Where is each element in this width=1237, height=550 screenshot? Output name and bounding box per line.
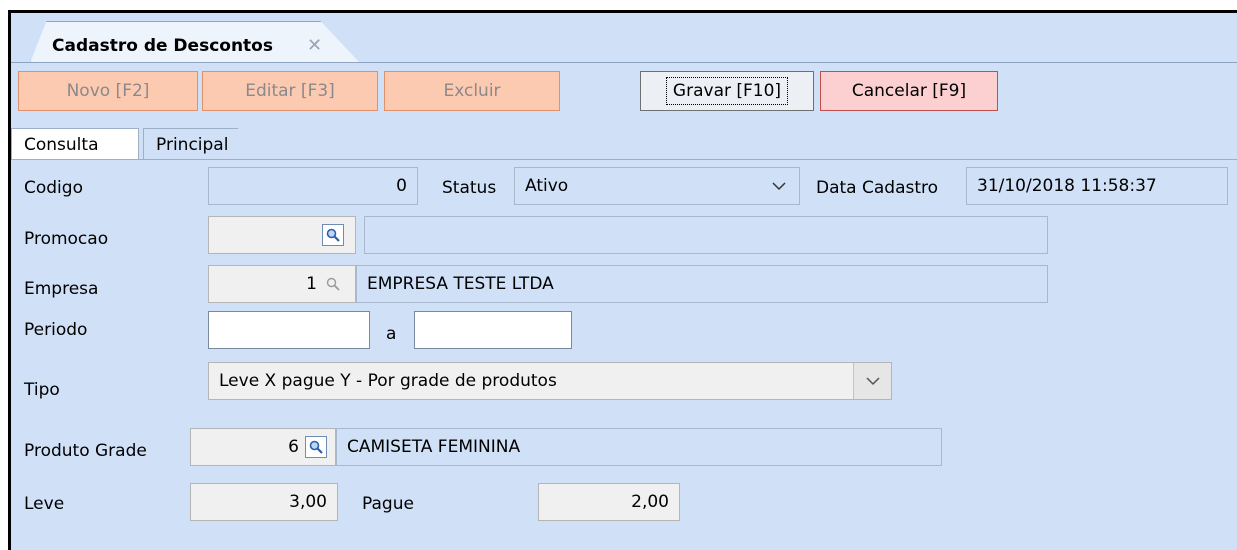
leve-label: Leve [24, 494, 65, 514]
tab-consulta[interactable]: Consulta [11, 128, 139, 160]
tab-page-divider [11, 159, 1237, 160]
promocao-description-field [364, 216, 1048, 254]
data-cadastro-label: Data Cadastro [816, 178, 939, 198]
codigo-label: Codigo [24, 178, 83, 198]
new-button-label: Novo [F2] [66, 81, 150, 101]
periodo-end-input[interactable] [414, 311, 572, 349]
edit-button-label: Editar [F3] [245, 81, 335, 101]
save-button[interactable]: Gravar [F10] [640, 71, 814, 111]
empresa-description-field: EMPRESA TESTE LTDA [356, 265, 1048, 303]
cancel-button-label: Cancelar [F9] [851, 81, 967, 101]
tipo-select[interactable]: Leve X pague Y - Por grade de produtos [208, 362, 892, 400]
save-button-label: Gravar [F10] [665, 77, 789, 105]
tab-strip-divider [11, 62, 1237, 63]
leve-input[interactable]: 3,00 [190, 483, 338, 521]
periodo-label: Periodo [24, 320, 88, 340]
new-button[interactable]: Novo [F2] [18, 71, 198, 111]
document-tab-title: Cadastro de Descontos [52, 36, 273, 56]
delete-button[interactable]: Excluir [384, 71, 560, 111]
magnifier-icon[interactable] [322, 224, 344, 246]
chevron-down-icon[interactable] [853, 363, 891, 399]
magnifier-icon[interactable] [305, 436, 327, 458]
produto-grade-description-field: CAMISETA FEMININA [336, 428, 942, 466]
chevron-down-icon[interactable] [772, 177, 786, 195]
status-label: Status [442, 178, 497, 198]
codigo-value: 0 [396, 176, 407, 196]
tipo-label: Tipo [24, 380, 60, 400]
empresa-label: Empresa [24, 279, 99, 299]
empresa-description: EMPRESA TESTE LTDA [367, 274, 554, 294]
codigo-field[interactable]: 0 [208, 167, 418, 205]
data-cadastro-field[interactable]: 31/10/2018 11:58:37 [966, 167, 1228, 205]
periodo-separator: a [386, 324, 397, 344]
close-icon[interactable]: ✕ [307, 35, 322, 56]
status-value: Ativo [525, 176, 569, 196]
promocao-label: Promocao [24, 229, 109, 249]
delete-button-label: Excluir [443, 81, 501, 101]
pague-input[interactable]: 2,00 [538, 483, 680, 521]
tab-consulta-label: Consulta [24, 134, 99, 155]
magnifier-icon [322, 273, 344, 295]
leve-value: 3,00 [289, 492, 327, 512]
tipo-value: Leve X pague Y - Por grade de produtos [219, 371, 557, 391]
produto-grade-code-value: 6 [288, 437, 299, 457]
pague-label: Pague [362, 494, 414, 514]
produto-grade-label: Produto Grade [24, 441, 147, 461]
periodo-start-input[interactable] [208, 311, 370, 349]
status-select[interactable]: Ativo [514, 167, 800, 205]
edit-button[interactable]: Editar [F3] [202, 71, 378, 111]
empresa-code-value: 1 [306, 274, 317, 294]
cancel-button[interactable]: Cancelar [F9] [820, 71, 998, 111]
data-cadastro-value: 31/10/2018 11:58:37 [977, 176, 1157, 196]
tab-principal-label: Principal [156, 134, 229, 155]
pague-value: 2,00 [631, 492, 669, 512]
produto-grade-description: CAMISETA FEMININA [347, 437, 521, 457]
